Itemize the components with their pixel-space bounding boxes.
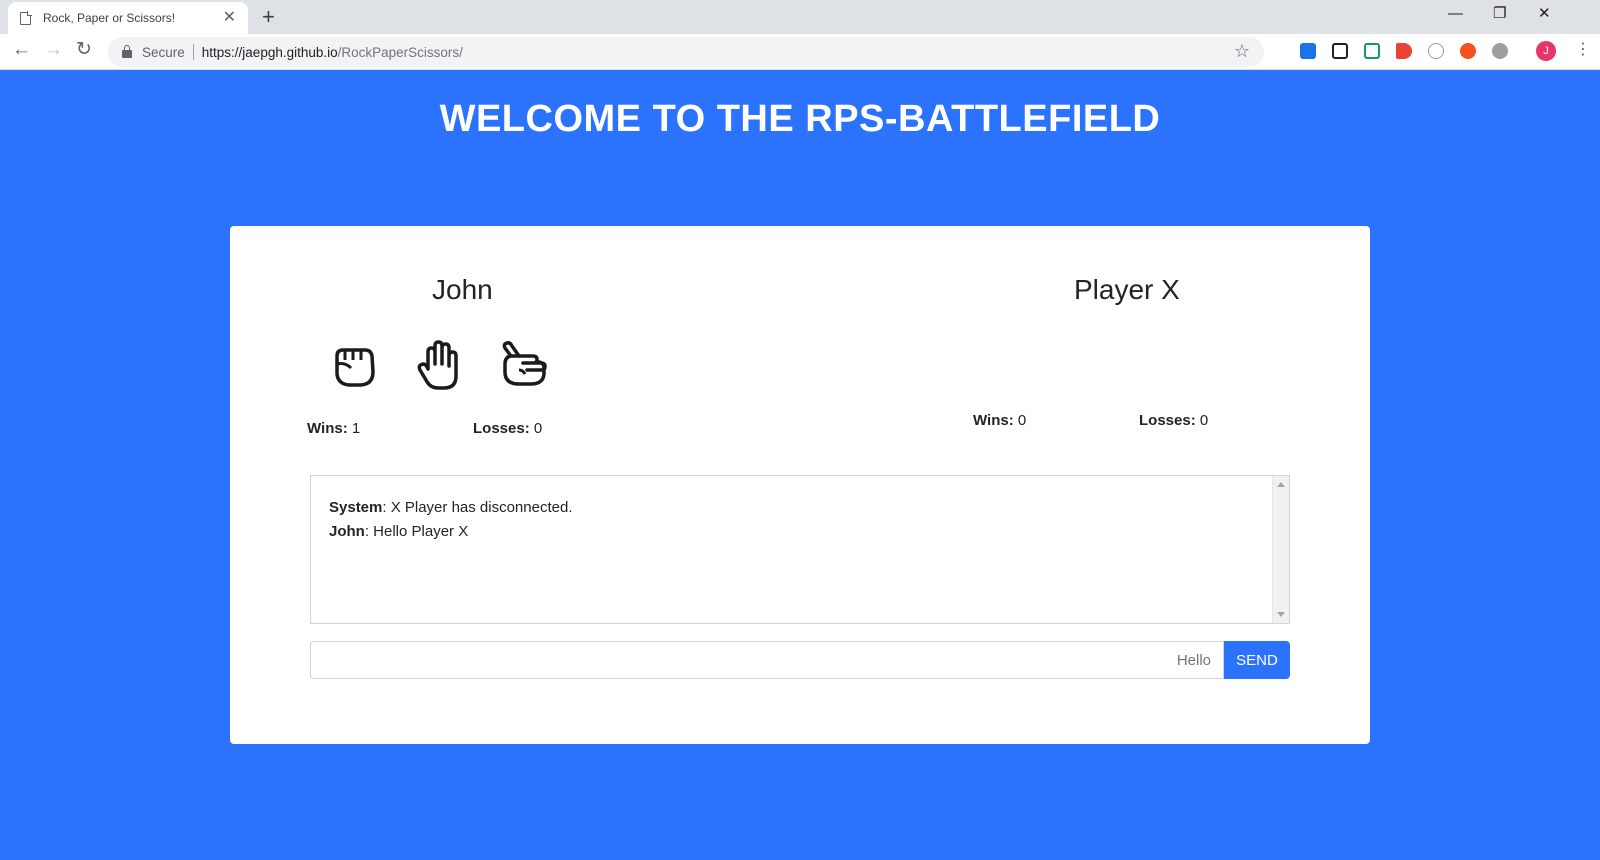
chat-scrollbar[interactable] — [1272, 476, 1289, 623]
lock-icon — [122, 45, 132, 58]
document-icon — [20, 11, 32, 25]
extension-icon[interactable] — [1364, 43, 1380, 59]
browser-tabstrip: Rock, Paper or Scissors! ✕ + — ❐ ✕ — [0, 0, 1600, 34]
address-bar[interactable]: Secure https://jaepgh.github.io /RockPap… — [108, 37, 1264, 67]
losses-label: Losses: — [1139, 412, 1196, 429]
game-card: John Wins: 1 Losses: 0 Player X Wins: 0 — [230, 226, 1370, 744]
reload-icon[interactable]: ↻ — [76, 40, 92, 59]
chat-sender: System — [329, 499, 383, 516]
bookmark-star-icon[interactable]: ☆ — [1234, 41, 1250, 62]
browser-toolbar: ← → ↻ Secure https://jaepgh.github.io /R… — [0, 34, 1600, 70]
url-host: https://jaepgh.github.io — [201, 44, 338, 60]
losses-label: Losses: — [473, 420, 530, 437]
scroll-down-arrow-icon[interactable] — [1277, 612, 1285, 617]
page-title: WELCOME TO THE RPS-BATTLEFIELD — [439, 98, 1161, 140]
extension-icon[interactable] — [1300, 43, 1316, 59]
chat-message-input[interactable] — [310, 641, 1224, 679]
scissors-icon[interactable] — [497, 338, 553, 394]
extension-icon[interactable] — [1396, 43, 1412, 59]
wins-label: Wins: — [973, 412, 1014, 429]
address-divider — [192, 44, 194, 60]
paper-icon[interactable] — [412, 338, 468, 394]
browser-tab[interactable]: Rock, Paper or Scissors! ✕ — [8, 2, 248, 34]
extension-icon[interactable] — [1492, 43, 1508, 59]
chat-log[interactable]: System: X Player has disconnected. John:… — [310, 475, 1290, 624]
extension-icon[interactable] — [1332, 43, 1348, 59]
losses-value: 0 — [533, 420, 543, 437]
profile-avatar[interactable]: J — [1536, 41, 1556, 61]
security-label: Secure — [142, 44, 185, 60]
new-tab-button[interactable]: + — [262, 6, 275, 28]
player1-losses: Losses: 0 — [473, 420, 542, 437]
rock-icon[interactable] — [327, 338, 383, 394]
player2-losses: Losses: 0 — [1139, 412, 1208, 429]
scroll-up-arrow-icon[interactable] — [1277, 482, 1285, 487]
player2-wins: Wins: 0 — [973, 412, 1026, 429]
minimize-button[interactable]: — — [1448, 6, 1463, 21]
extension-icon[interactable] — [1428, 43, 1444, 59]
page-body: WELCOME TO THE RPS-BATTLEFIELD John Wins… — [0, 70, 1600, 860]
losses-value: 0 — [1199, 412, 1209, 429]
restore-button[interactable]: ❐ — [1493, 6, 1506, 21]
player1-name: John — [432, 274, 493, 305]
forward-arrow-icon[interactable]: → — [44, 40, 63, 59]
browser-menu-icon[interactable]: ⋮ — [1575, 42, 1591, 58]
chat-message: System: X Player has disconnected. — [329, 496, 1271, 520]
close-tab-icon[interactable]: ✕ — [223, 10, 236, 26]
chat-text: : Hello Player X — [364, 523, 469, 540]
tab-title: Rock, Paper or Scissors! — [43, 11, 176, 25]
chat-sender: John — [329, 523, 365, 540]
wins-label: Wins: — [307, 420, 348, 437]
back-arrow-icon[interactable]: ← — [12, 40, 31, 59]
wins-value: 0 — [1017, 412, 1027, 429]
player2-name: Player X — [1074, 274, 1180, 305]
chat-message: John: Hello Player X — [329, 520, 1271, 544]
url-path: /RockPaperScissors/ — [337, 44, 463, 60]
send-button[interactable]: SEND — [1224, 641, 1290, 679]
player1-wins: Wins: 1 — [307, 420, 360, 437]
chat-text: : X Player has disconnected. — [382, 499, 573, 516]
close-window-button[interactable]: ✕ — [1538, 6, 1551, 21]
extension-icon[interactable] — [1460, 43, 1476, 59]
wins-value: 1 — [351, 420, 361, 437]
